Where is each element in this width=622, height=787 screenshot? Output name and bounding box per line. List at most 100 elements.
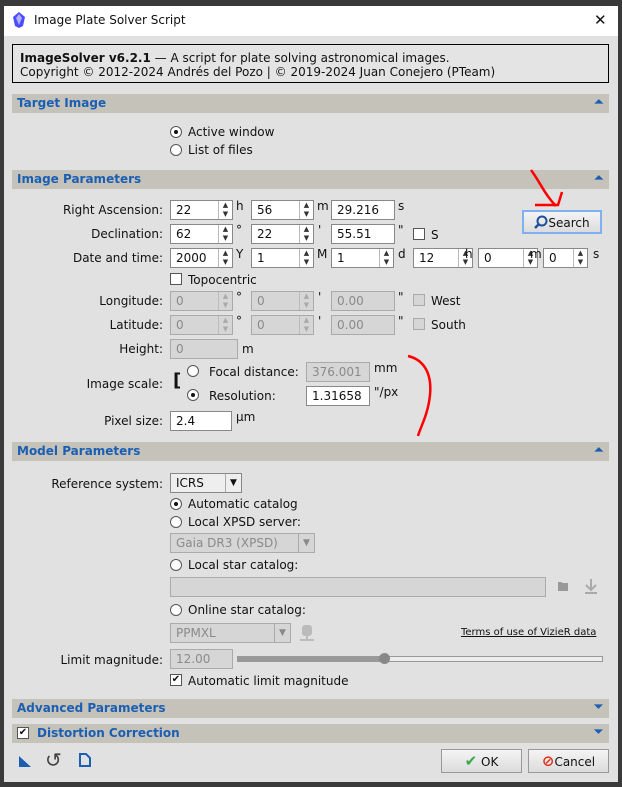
slider-fill (238, 657, 384, 661)
topocentric-checkbox[interactable] (170, 273, 182, 285)
collapse-icon[interactable]: ⏶ (594, 171, 603, 185)
ra-hours-spinner[interactable]: 22 ▲ ▼ (170, 200, 233, 220)
reference-system-label: Reference system: (51, 477, 163, 491)
local-star-catalog-radio[interactable] (170, 559, 182, 571)
folder-icon (558, 582, 568, 591)
unit: M (317, 247, 328, 261)
collapse-icon[interactable]: ⏶ (594, 443, 603, 457)
checkmark-icon: ✔ (464, 752, 478, 770)
list-of-files-radio[interactable] (170, 144, 182, 156)
section-title: Distortion Correction (37, 726, 180, 740)
west-label: West (431, 294, 461, 308)
unit: h (465, 247, 473, 261)
dropdown-arrow-icon: ▼ (225, 474, 241, 492)
south-label: South (431, 318, 466, 332)
script-description: — A script for plate solving astronomica… (150, 51, 450, 65)
latitude-seconds-input: 0.00 (331, 315, 395, 335)
second-spinner[interactable]: 0 ▲ ▼ (543, 248, 588, 268)
resolution-radio[interactable] (187, 389, 199, 401)
section-distortion-correction[interactable]: ✔ Distortion Correction ⏷ (12, 724, 609, 743)
online-star-catalog-radio[interactable] (170, 604, 182, 616)
unit: m (242, 342, 254, 356)
documentation-icon[interactable] (79, 753, 91, 767)
database-server-icon (300, 625, 314, 641)
focal-distance-input: 376.001 (306, 362, 370, 382)
local-catalog-path-input (170, 577, 546, 597)
script-info-box: ImageSolver v6.2.1 — A script for plate … (12, 44, 609, 83)
unit: µm (236, 410, 256, 424)
search-button[interactable]: Search (522, 210, 602, 234)
copyright: Copyright © 2012-2024 Andrés del Pozo | … (20, 65, 496, 79)
topocentric-label: Topocentric (188, 273, 257, 287)
unit: m (530, 247, 542, 261)
ra-seconds-input[interactable]: 29.216 (331, 200, 395, 220)
minute-spinner[interactable]: 0 ▲ ▼ (478, 248, 538, 268)
dropdown-arrow-icon: ▼ (298, 534, 314, 552)
day-spinner[interactable]: 1 ▲ ▼ (331, 248, 394, 268)
title-bar: Image Plate Solver Script ✕ (4, 6, 618, 36)
dec-south-checkbox[interactable] (413, 228, 425, 240)
focal-distance-label: Focal distance: (209, 365, 299, 379)
limit-magnitude-input: 12.00 (170, 649, 233, 669)
focal-distance-radio[interactable] (187, 365, 199, 377)
vizier-terms-link[interactable]: Terms of use of VizieR data (461, 627, 596, 638)
unit: " (398, 223, 404, 237)
ra-minutes-spinner[interactable]: 56 ▲ ▼ (251, 200, 314, 220)
expand-icon[interactable]: ⏷ (594, 700, 603, 714)
unit: s (398, 199, 405, 213)
section-title: Model Parameters (17, 444, 141, 458)
dec-south-label: S (431, 228, 439, 242)
local-star-catalog-label: Local star catalog: (188, 558, 299, 572)
local-xpsd-radio[interactable] (170, 516, 182, 528)
distortion-correction-checkbox[interactable]: ✔ (17, 727, 29, 739)
window-title: Image Plate Solver Script (34, 13, 186, 27)
section-target-image[interactable]: Target Image ⏶ (12, 94, 609, 113)
dec-minutes-spinner[interactable]: 22 ▲ ▼ (251, 224, 314, 244)
automatic-limit-magnitude-checkbox[interactable]: ✔ (170, 674, 182, 686)
list-of-files-label: List of files (188, 143, 253, 157)
close-icon[interactable]: ✕ (594, 11, 607, 29)
unit: s (593, 247, 600, 261)
month-spinner[interactable]: 1 ▲ ▼ (251, 248, 314, 268)
longitude-label: Longitude: (99, 294, 163, 308)
cancel-button[interactable]: ⊘Cancel (528, 749, 609, 773)
unit: h (236, 199, 244, 213)
year-spinner[interactable]: 2000 ▲ ▼ (170, 248, 233, 268)
height-label: Height: (119, 342, 163, 356)
reset-icon[interactable]: ↺ (45, 748, 62, 772)
dec-seconds-input[interactable]: 55.51 (331, 224, 395, 244)
slider-thumb[interactable] (378, 653, 390, 664)
active-window-radio[interactable] (170, 126, 182, 138)
online-catalog-select: PPMXL ▼ (170, 623, 291, 643)
dec-degrees-spinner[interactable]: 62 ▲ ▼ (170, 224, 233, 244)
dec-label: Declination: (91, 227, 163, 241)
expand-icon[interactable]: ⏷ (594, 725, 603, 739)
south-checkbox (413, 318, 425, 330)
unit: Y (236, 247, 244, 261)
pixel-size-label: Pixel size: (104, 414, 163, 428)
ok-button[interactable]: ✔ OK (441, 749, 522, 773)
automatic-catalog-label: Automatic catalog (188, 497, 298, 511)
unit: m (317, 199, 329, 213)
hour-spinner[interactable]: 12 ▲ ▼ (413, 248, 473, 268)
new-instance-icon[interactable] (18, 755, 32, 768)
reference-system-select[interactable]: ICRS ▼ (170, 473, 242, 493)
collapse-icon[interactable]: ⏶ (594, 95, 603, 109)
height-input: 0 (170, 339, 238, 359)
section-title: Advanced Parameters (17, 701, 166, 715)
unit: ° (236, 223, 242, 237)
automatic-catalog-radio[interactable] (170, 498, 182, 510)
download-icon (585, 579, 597, 594)
resolution-input[interactable]: 1.31658 (306, 386, 370, 406)
section-image-parameters[interactable]: Image Parameters ⏶ (12, 170, 609, 189)
online-star-catalog-label: Online star catalog: (188, 603, 306, 617)
limit-magnitude-slider[interactable] (237, 653, 603, 664)
script-name: ImageSolver v6.2.1 (20, 51, 151, 65)
section-advanced-parameters[interactable]: Advanced Parameters ⏷ (12, 699, 609, 718)
xpsd-server-select: Gaia DR3 (XPSD) ▼ (170, 533, 315, 553)
pixel-size-input[interactable]: 2.4 (170, 411, 232, 431)
unit: ' (318, 223, 322, 237)
unit: d (398, 247, 406, 261)
longitude-seconds-input: 0.00 (331, 291, 395, 311)
section-model-parameters[interactable]: Model Parameters ⏶ (12, 442, 609, 461)
